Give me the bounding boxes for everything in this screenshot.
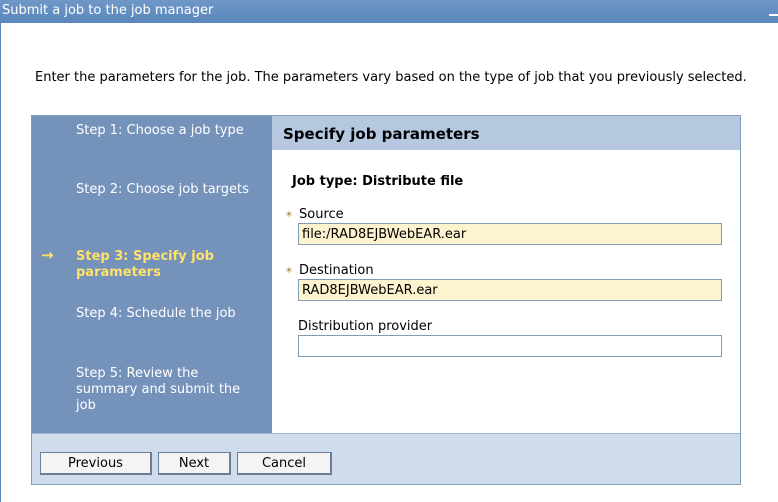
distribution-provider-label: Distribution provider [298, 319, 433, 334]
instructions-text: Enter the parameters for the job. The pa… [35, 70, 747, 85]
cancel-button[interactable]: Cancel [237, 452, 332, 475]
button-bar: Previous Next Cancel [32, 433, 740, 484]
step-5-review-summary[interactable]: Step 5: Review the summary and submit th… [76, 366, 256, 414]
step-4-schedule-job[interactable]: Step 4: Schedule the job [76, 306, 256, 322]
panel-heading: Specify job parameters [272, 116, 740, 150]
destination-input[interactable] [298, 279, 722, 301]
source-label: Source [299, 207, 344, 222]
job-parameters-panel: Specify job parameters Job type: Distrib… [272, 116, 740, 433]
wizard-panel: Step 1: Choose a job type Step 2: Choose… [31, 115, 741, 485]
title-bar: Submit a job to the job manager [0, 0, 778, 23]
dialog-window: Submit a job to the job manager Enter th… [0, 0, 778, 502]
required-asterisk-icon: * [286, 209, 292, 223]
distribution-provider-input[interactable] [298, 335, 722, 357]
minimize-icon[interactable] [768, 2, 778, 20]
previous-button[interactable]: Previous [40, 452, 152, 475]
right-arrow-icon: → [41, 246, 54, 264]
next-button[interactable]: Next [158, 452, 231, 475]
step-3-specify-job-parameters: Step 3: Specify job parameters [76, 249, 214, 280]
step-2-choose-job-targets[interactable]: Step 2: Choose job targets [76, 182, 256, 198]
job-type-label: Job type: Distribute file [292, 174, 464, 189]
destination-label: Destination [299, 263, 374, 278]
window-title: Submit a job to the job manager [2, 3, 214, 18]
wizard-steps: Step 1: Choose a job type Step 2: Choose… [32, 116, 272, 433]
step-1-choose-job-type[interactable]: Step 1: Choose a job type [76, 123, 256, 139]
window-border [0, 23, 1, 502]
source-input[interactable] [298, 223, 722, 245]
required-asterisk-icon: * [286, 265, 292, 279]
